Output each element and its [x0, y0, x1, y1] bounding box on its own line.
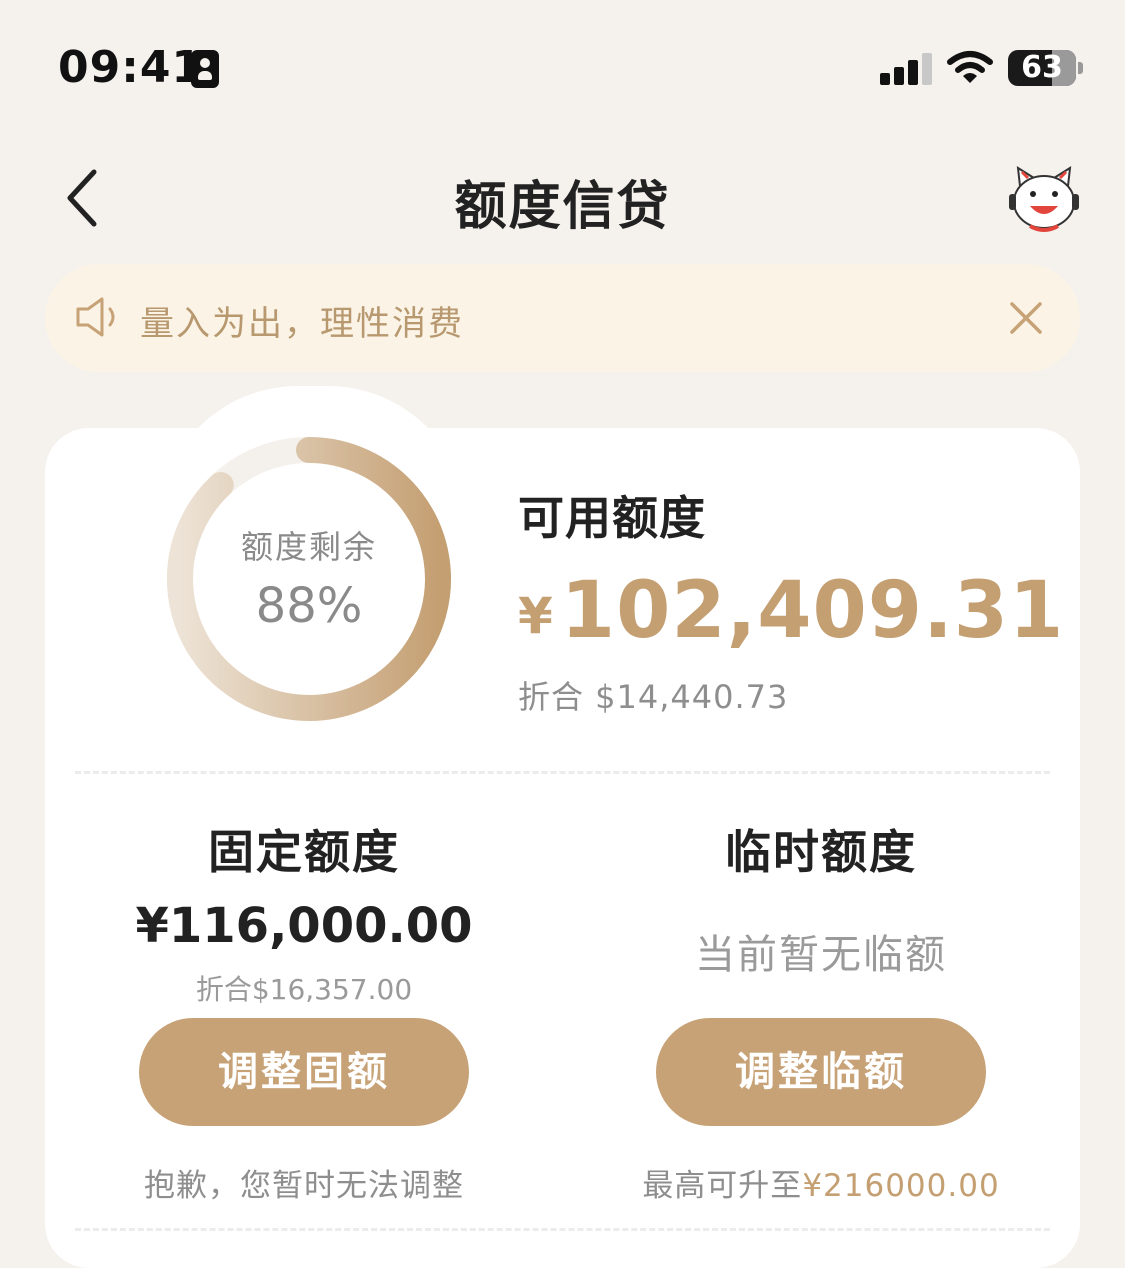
available-amount-row: ¥102,409.31: [518, 566, 1064, 656]
close-icon[interactable]: [1004, 296, 1048, 340]
page-title: 额度信贷: [454, 177, 671, 237]
available-amount: 102,409.31: [560, 566, 1065, 656]
battery-tip: [1078, 62, 1083, 74]
temporary-title: 临时额度: [725, 825, 917, 879]
temporary-note: 最高可升至¥216000.00: [562, 1160, 1080, 1205]
currency-symbol: ¥: [518, 587, 553, 645]
ring-label: 额度剩余: [240, 528, 377, 566]
temporary-note-prefix: 最高可升至: [642, 1168, 803, 1204]
notice-text: 量入为出，理性消费: [140, 304, 464, 344]
fixed-amount: ¥116,000.00: [135, 898, 473, 954]
wifi-icon: [947, 51, 993, 83]
fixed-title: 固定额度: [208, 825, 400, 879]
ring-percent: 88%: [255, 578, 363, 634]
battery-icon: 63: [1008, 50, 1076, 86]
battery-level: 63: [1021, 50, 1063, 85]
sim-card-icon: [191, 50, 219, 88]
divider: [75, 771, 1050, 774]
temporary-max-amount: ¥216000.00: [802, 1168, 1000, 1204]
available-usd: 折合 $14,440.73: [518, 678, 789, 716]
available-label: 可用额度: [518, 491, 706, 545]
adjust-fixed-button[interactable]: 调整固额: [139, 1018, 469, 1126]
divider-bottom: [75, 1228, 1050, 1231]
temporary-status: 当前暂无临额: [695, 932, 947, 978]
speaker-icon: [76, 297, 115, 337]
fixed-usd: 折合$16,357.00: [195, 973, 413, 1006]
fixed-note: 抱歉，您暂时无法调整: [144, 1168, 464, 1204]
cellular-signal-icon: [880, 53, 936, 85]
adjust-temporary-button[interactable]: 调整临额: [656, 1018, 986, 1126]
status-time: 09:41: [58, 42, 204, 93]
cat-mascot-icon[interactable]: [1006, 164, 1082, 234]
